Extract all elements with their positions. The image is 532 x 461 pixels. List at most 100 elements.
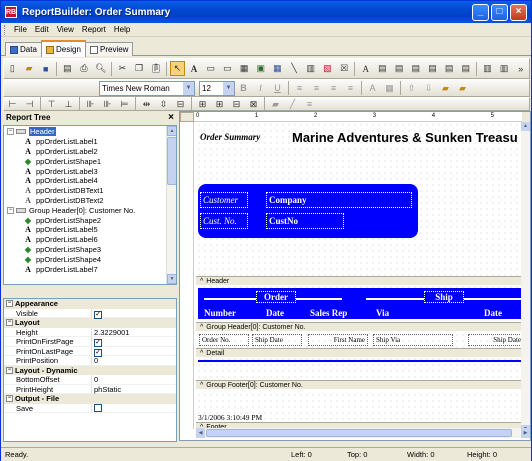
dbbarcode-tool-icon[interactable]: ▤ [442, 61, 457, 76]
property-row[interactable]: PrintPosition 0 [4, 356, 176, 366]
print-datetime-systemvar[interactable]: 3/1/2006 3:10:49 PM [198, 413, 262, 422]
align-lefts-icon[interactable]: ⊢ [5, 97, 20, 112]
grow-icon[interactable]: ⊞ [212, 97, 227, 112]
tree-item[interactable]: ◆ ppOrderListShape1 [7, 156, 176, 166]
chart-tool-icon[interactable]: ▧ [320, 61, 335, 76]
property-value[interactable]: ✓ [92, 347, 176, 357]
barcode-tool-icon[interactable]: ▥ [303, 61, 318, 76]
tree-item[interactable]: ◆ ppOrderListShape3 [7, 245, 176, 255]
tree-item[interactable]: − Header [7, 127, 176, 137]
menu-help[interactable]: Help [110, 25, 134, 34]
group-header-shape[interactable] [198, 288, 526, 319]
collapse-icon[interactable]: − [7, 128, 14, 136]
menu-view[interactable]: View [53, 25, 78, 34]
line-style-icon[interactable]: ≡ [302, 97, 317, 112]
region-tool-icon[interactable]: ▥ [480, 61, 495, 76]
tree-item[interactable]: − Group Header[0]: Customer No. [7, 205, 176, 215]
fill-color-icon[interactable]: ▰ [268, 97, 283, 112]
dbimage-tool-icon[interactable]: ▤ [425, 61, 440, 76]
justify-icon[interactable]: ≡ [343, 81, 358, 96]
select-object-icon[interactable]: ↖ [170, 61, 185, 76]
font-color-icon[interactable]: A [365, 81, 380, 96]
tab-design[interactable]: Design [41, 40, 86, 57]
property-value[interactable]: phStatic [92, 385, 176, 394]
subreport-tool-icon[interactable]: ▥ [497, 61, 512, 76]
property-value[interactable]: 2.3229001 [92, 328, 176, 337]
dbmemo-tool-icon[interactable]: ▤ [375, 61, 390, 76]
bold-icon[interactable]: B [236, 81, 251, 96]
header-band-divider[interactable]: ^ Header [196, 276, 526, 286]
tree-item[interactable]: AppOrderListLabel1 [7, 137, 176, 147]
property-checkbox[interactable] [94, 403, 102, 412]
ship-group-label[interactable]: Ship [424, 291, 464, 303]
same-width-icon[interactable]: ⇹ [139, 97, 154, 112]
dbrichtext-tool-icon[interactable]: ▤ [392, 61, 407, 76]
firstname-dbtext[interactable]: First Name [308, 334, 368, 346]
dbcalc-tool-icon[interactable]: ▤ [408, 61, 423, 76]
page-setup-icon[interactable]: ▤ [60, 61, 75, 76]
property-category[interactable]: − Layout [4, 318, 176, 328]
collapse-icon[interactable]: − [6, 300, 13, 308]
design-vertical-scrollbar[interactable]: ▲ ▼ [521, 122, 530, 434]
line-color-icon[interactable]: ╱ [285, 97, 300, 112]
group-header-band-divider[interactable]: ^ Group Header[0]: Customer No. [196, 322, 526, 332]
property-row[interactable]: PrintHeight phStatic [4, 384, 176, 394]
align-right-icon[interactable]: ≡ [326, 81, 341, 96]
center-vert-icon[interactable]: ⊟ [173, 97, 188, 112]
menu-edit[interactable]: Edit [31, 25, 53, 34]
shape-tool-icon[interactable]: ▦ [270, 61, 285, 76]
print-preview-icon[interactable]: 🔍︎ [93, 61, 108, 76]
save-icon[interactable]: ■ [38, 61, 53, 76]
size-icon[interactable]: ⊞ [195, 97, 210, 112]
report-title-label[interactable]: Marine Adventures & Sunken Treasu [292, 130, 518, 145]
tree-item[interactable]: AppOrderListDBText2 [7, 196, 176, 206]
menu-report[interactable]: Report [78, 25, 110, 34]
richtext-tool-icon[interactable]: ▭ [220, 61, 235, 76]
collapse-icon[interactable]: − [6, 366, 13, 374]
calc-tool-icon[interactable]: ▦ [237, 61, 252, 76]
custno-label[interactable]: Cust. No. [200, 213, 248, 229]
center-horiz-icon[interactable]: ⊨ [117, 97, 132, 112]
space-horiz-icon[interactable]: ⊪ [83, 97, 98, 112]
bring-front-icon[interactable]: ⇧ [404, 81, 419, 96]
property-row[interactable]: Save [4, 403, 176, 413]
detail-rule-line[interactable] [198, 360, 526, 362]
customer-label[interactable]: Customer [200, 192, 248, 208]
property-row[interactable]: PrintOnFirstPage ✓ [4, 337, 176, 347]
align-center-icon[interactable]: ≡ [309, 81, 324, 96]
company-dbtext[interactable]: Company [266, 192, 412, 208]
collapse-icon[interactable]: − [6, 395, 13, 403]
tab-preview[interactable]: Preview [85, 42, 134, 56]
tree-item[interactable]: AppOrderListLabel3 [7, 166, 176, 176]
tree-item[interactable]: AppOrderListLabel7 [7, 264, 176, 274]
close-icon[interactable]: × [168, 112, 177, 123]
nudge-icon[interactable]: ⊠ [246, 97, 261, 112]
align-left-icon[interactable]: ≡ [292, 81, 307, 96]
menu-file[interactable]: File [10, 25, 31, 34]
collapse-icon[interactable]: − [7, 206, 14, 214]
shipvia-dbtext[interactable]: Ship Via [373, 334, 453, 346]
property-value[interactable]: 0 [92, 356, 176, 365]
scroll-up-icon[interactable]: ▲ [521, 122, 530, 131]
property-category[interactable]: − Layout - Dynamic [4, 365, 176, 375]
tree-item[interactable]: ◆ ppOrderListShape4 [7, 254, 176, 264]
via-column-label[interactable]: Via [376, 308, 389, 318]
toolbar-overflow-icon[interactable]: » [513, 61, 528, 76]
close-button[interactable]: × [510, 3, 527, 21]
tree-item[interactable]: ◆ ppOrderListShape2 [7, 215, 176, 225]
tree-item[interactable]: AppOrderListLabel6 [7, 235, 176, 245]
order-group-label[interactable]: Order [256, 291, 296, 303]
shipdate-column-label[interactable]: Date [484, 308, 502, 318]
cut-icon[interactable]: ✂ [115, 61, 130, 76]
ungroup-icon[interactable]: ▰ [455, 81, 470, 96]
underline-icon[interactable]: U [270, 81, 285, 96]
shipdate2-dbtext[interactable]: Ship Date [468, 334, 524, 346]
menu-grip[interactable] [4, 24, 7, 35]
property-value[interactable]: ✓ [92, 309, 176, 319]
line-tool-icon[interactable]: ╲ [287, 61, 302, 76]
property-category[interactable]: − Output - File [4, 394, 176, 404]
tree-vertical-scrollbar[interactable]: ▲ ▼ [166, 126, 176, 284]
property-value[interactable]: ✓ [92, 337, 176, 347]
property-value[interactable] [92, 403, 176, 413]
copy-icon[interactable]: ❐ [132, 61, 147, 76]
